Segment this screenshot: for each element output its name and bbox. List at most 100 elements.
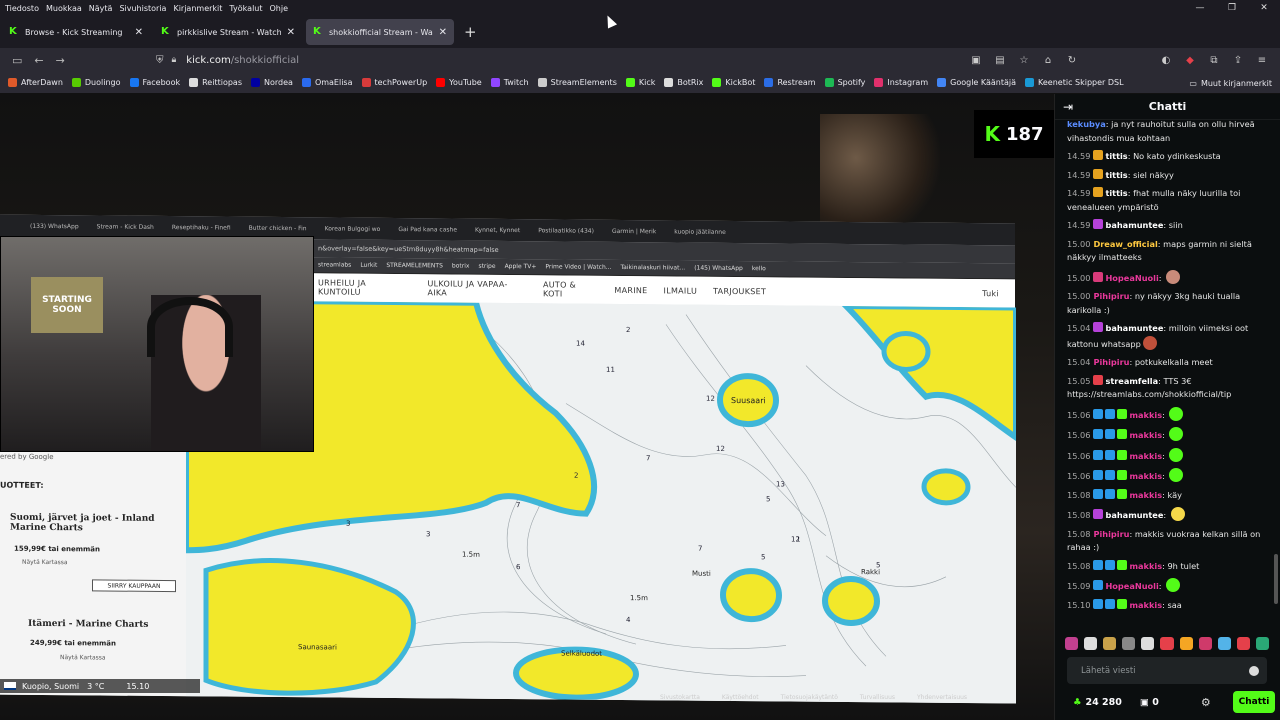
bookmark-item[interactable]: Instagram — [874, 78, 928, 87]
stream-video-player[interactable]: K 187 (133) WhatsApp Stream - Kick Dash Res… — [0, 94, 1054, 720]
send-chat-button[interactable]: Chatti — [1233, 691, 1275, 713]
bookmark-item[interactable]: OmaElisa — [301, 78, 353, 87]
lock-icon[interactable]: 🔒︎ — [172, 55, 177, 65]
chat-username[interactable]: tittis — [1105, 170, 1127, 180]
restore-button[interactable]: ❐ — [1216, 0, 1248, 16]
quick-emote-icon[interactable] — [1198, 636, 1212, 650]
show-on-map-toggle[interactable]: Näytä Kartassa — [22, 559, 68, 566]
chat-username[interactable]: makkis — [1129, 561, 1162, 571]
bookmark-item[interactable]: Twitch — [490, 78, 529, 87]
menu-item-2[interactable]: Näytä — [89, 4, 113, 13]
chat-username[interactable]: Dreaw_official — [1093, 239, 1157, 249]
menu-item-3[interactable]: Sivuhistoria — [119, 4, 166, 13]
share-icon[interactable]: ⇪ — [1226, 55, 1250, 66]
minimize-button[interactable]: — — [1184, 0, 1216, 16]
channel-points[interactable]: ♣ 24 280 — [1073, 697, 1122, 708]
bookmark-item[interactable]: Restream — [764, 78, 816, 87]
forward-icon[interactable]: → — [56, 54, 65, 67]
chat-username[interactable]: HopeaNuoli — [1105, 581, 1158, 591]
bookmark-item[interactable]: KickBot — [712, 78, 755, 87]
account-icon[interactable]: ◐ — [1154, 55, 1178, 66]
bookmark-item[interactable]: BotRix — [664, 78, 703, 87]
collapse-chat-icon[interactable]: ⇥ — [1063, 100, 1073, 114]
quick-emote-icon[interactable] — [1217, 636, 1231, 650]
bookmark-item[interactable]: techPowerUp — [361, 78, 427, 87]
chat-username[interactable]: Pihipiru — [1093, 357, 1129, 367]
browser-tab-2[interactable]: Kpirkkislive Stream - Watch Live on Kick… — [154, 19, 302, 45]
chat-username[interactable]: bahamuntee — [1105, 510, 1163, 520]
browser-tab-3[interactable]: Kshokkiofficial Stream - Watch Live on K… — [306, 19, 454, 45]
chat-settings-gear-icon[interactable]: ⚙ — [1201, 696, 1211, 709]
menu-item-0[interactable]: Tiedosto — [5, 4, 39, 13]
close-window-button[interactable]: ✕ — [1248, 0, 1280, 16]
bookmark-item[interactable]: Facebook — [129, 78, 180, 87]
bookmark-item[interactable]: AfterDawn — [8, 78, 63, 87]
chat-username[interactable]: bahamuntee — [1105, 220, 1163, 230]
hamburger-menu-icon[interactable]: ≡ — [1250, 55, 1274, 66]
quick-emote-icon[interactable] — [1065, 636, 1079, 650]
browser-tab-1[interactable]: K Browse - Kick Streaming ✕ — [2, 19, 150, 45]
bookmark-item[interactable]: StreamElements — [537, 78, 617, 87]
sidebar-toggle-icon[interactable]: ▭ — [12, 54, 22, 67]
close-tab-icon[interactable]: ✕ — [439, 27, 447, 38]
back-icon[interactable]: ← — [34, 54, 43, 67]
go-to-store-button[interactable]: SIIRRY KAUPPAAN — [92, 579, 176, 593]
quick-emote-icon[interactable] — [1236, 636, 1250, 650]
extension-badge-icon[interactable]: ◆ — [1178, 55, 1202, 66]
shield-icon[interactable]: ⛨ — [156, 55, 164, 66]
bookmark-star-icon[interactable]: ☆ — [1012, 55, 1036, 66]
close-tab-icon[interactable]: ✕ — [135, 27, 143, 38]
bookmark-favicon-icon — [937, 78, 947, 87]
menu-item-1[interactable]: Muokkaa — [46, 4, 82, 13]
quick-emote-icon[interactable] — [1084, 636, 1098, 650]
chat-username[interactable]: tittis — [1105, 188, 1127, 198]
bookmark-item[interactable]: Duolingo — [71, 78, 121, 87]
quick-emote-icon[interactable] — [1179, 636, 1193, 650]
chat-username[interactable]: kekubya — [1067, 119, 1106, 129]
chat-username[interactable]: makkis — [1129, 410, 1162, 420]
reload-icon[interactable]: ↻ — [1060, 55, 1084, 66]
chat-username[interactable]: makkis — [1129, 471, 1162, 481]
chat-username[interactable]: makkis — [1129, 600, 1162, 610]
chat-username[interactable]: streamfella — [1105, 376, 1158, 386]
extensions-icon[interactable]: ⧉ — [1202, 55, 1226, 66]
chat-scrollbar[interactable] — [1274, 554, 1278, 604]
inner-bookmark: Apple TV+ — [504, 262, 537, 271]
chat-username[interactable]: Pihipiru — [1093, 529, 1129, 539]
bookmark-item[interactable]: Nordea — [251, 78, 293, 87]
menu-item-4[interactable]: Kirjanmerkit — [173, 4, 222, 13]
menu-item-6[interactable]: Ohje — [270, 4, 289, 13]
message-time: 15.06 — [1067, 471, 1091, 481]
close-tab-icon[interactable]: ✕ — [287, 27, 295, 38]
chat-username[interactable]: makkis — [1129, 490, 1162, 500]
bookmark-item[interactable]: Kick — [625, 78, 655, 87]
chat-username[interactable]: makkis — [1129, 451, 1162, 461]
url-text[interactable]: kick.com/shokkiofficial — [186, 55, 299, 66]
chat-username[interactable]: HopeaNuoli — [1105, 273, 1158, 283]
chat-username[interactable]: Pihipiru — [1093, 291, 1129, 301]
chat-username[interactable]: tittis — [1105, 151, 1127, 161]
chat-username[interactable]: bahamuntee — [1105, 323, 1163, 333]
menu-item-5[interactable]: Työkalut — [229, 4, 262, 13]
new-tab-icon[interactable]: + — [464, 23, 477, 41]
quick-emote-icon[interactable] — [1160, 636, 1174, 650]
bookmark-item[interactable]: Spotify — [824, 78, 865, 87]
bookmark-item[interactable]: Keenetic Skipper DSL — [1025, 78, 1124, 87]
emoji-picker-icon[interactable] — [1249, 665, 1259, 676]
bookmark-item[interactable]: Reittiopas — [189, 78, 242, 87]
quick-emote-icon[interactable] — [1103, 636, 1117, 650]
show-on-map-toggle[interactable]: Näytä Kartassa — [60, 654, 106, 661]
bookmark-item[interactable]: Google Kääntäjä — [937, 78, 1016, 87]
reader-view-icon[interactable]: ▤ — [988, 55, 1012, 66]
home-icon[interactable]: ⌂ — [1036, 55, 1060, 66]
url-bar[interactable]: ⛨ 🔒︎ kick.com/shokkiofficial — [156, 50, 1016, 70]
chat-username[interactable]: makkis — [1129, 430, 1162, 440]
other-bookmarks[interactable]: ▭ Muut kirjanmerkit — [1189, 72, 1272, 94]
quick-emote-icon[interactable] — [1122, 636, 1136, 650]
bookmark-item[interactable]: YouTube — [436, 78, 482, 87]
chat-input[interactable]: Lähetä viesti — [1067, 657, 1267, 684]
quick-emote-icon[interactable] — [1141, 636, 1155, 650]
quick-emote-icon[interactable] — [1255, 636, 1270, 650]
gift-subs[interactable]: ▣ 0 — [1140, 697, 1159, 708]
picture-in-picture-icon[interactable]: ▣ — [964, 55, 988, 66]
